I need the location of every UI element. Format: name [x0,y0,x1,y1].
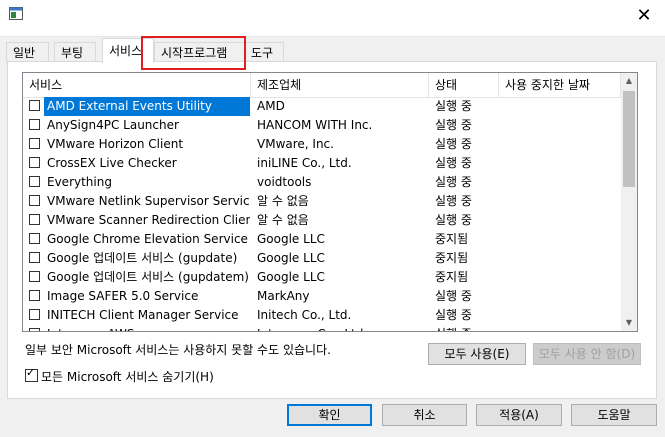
column-status[interactable]: 상태 [429,73,499,97]
msconfig-icon [9,7,23,20]
hide-ms-checkbox[interactable]: ✓ [25,366,38,382]
column-date-disabled[interactable]: 사용 중지한 날짜 [499,73,621,97]
service-name: VMware Scanner Redirection Client [47,213,250,227]
service-status: 실행 중 [435,99,472,113]
scroll-thumb[interactable] [623,91,635,187]
service-name: VMware Horizon Client [47,137,184,151]
scroll-up-icon[interactable]: ▲ [621,73,637,89]
service-status: 실행 중 [435,194,472,208]
service-checkbox[interactable] [29,195,40,206]
security-note: 일부 보안 Microsoft 서비스는 사용하지 못할 수도 있습니다. [25,343,331,357]
service-status: 중지됨 [435,251,469,265]
disable-all-button[interactable]: 모두 사용 안 함(D) [533,343,641,365]
service-status: 실행 중 [435,118,472,132]
enable-all-button[interactable]: 모두 사용(E) [428,343,526,365]
service-status: 실행 중 [435,156,472,170]
table-row[interactable]: AMD External Events Utility AMD 실행 중 [23,97,621,116]
service-status: 실행 중 [435,137,472,151]
service-name: VMware Netlink Supervisor Service [47,194,250,208]
hide-microsoft-services[interactable]: ✓ 모든 Microsoft 서비스 숨기기(H) [25,366,214,385]
service-manufacturer: voidtools [257,175,312,189]
service-checkbox[interactable] [29,138,40,149]
service-checkbox[interactable] [29,176,40,187]
service-checkbox[interactable] [29,328,40,331]
service-name: Interezen AWS [44,325,250,331]
service-status: 중지됨 [435,270,469,284]
service-name: AMD External Events Utility [44,97,250,116]
tab-general[interactable]: 일반 [6,42,49,62]
tab-tools[interactable]: 도구 [244,42,284,62]
table-row[interactable]: Image SAFER 5.0 Service MarkAny 실행 중 [23,287,621,306]
service-checkbox[interactable] [29,290,40,301]
help-button[interactable]: 도움말 [571,404,657,426]
service-manufacturer: Interezen Co., Ltd. [257,325,427,331]
service-checkbox[interactable] [29,119,40,130]
service-checkbox[interactable] [29,157,40,168]
service-manufacturer: MarkAny [257,289,310,303]
table-row[interactable]: Google 업데이트 서비스 (gupdatem) Google LLC 중지됨 [23,268,621,287]
hide-ms-label[interactable]: 모든 Microsoft 서비스 숨기기(H) [41,370,214,384]
service-manufacturer: 알 수 없음 [257,213,309,227]
service-status: 중지됨 [435,232,469,246]
table-row[interactable]: Google Chrome Elevation Service Google LL… [23,230,621,249]
service-status: 실행 중 [435,289,472,303]
table-row[interactable]: CrossEX Live Checker iniLINE Co., Ltd. 실행 … [23,154,621,173]
table-row[interactable]: AnySign4PC Launcher HANCOM WITH Inc. 실행 중 [23,116,621,135]
service-checkbox[interactable] [29,309,40,320]
service-name: Google Chrome Elevation Service [47,232,248,246]
service-name: CrossEX Live Checker [47,156,177,170]
table-row[interactable]: Interezen AWS Interezen Co., Ltd. 실행 중 [23,325,621,331]
table-row[interactable]: Everything voidtools 실행 중 [23,173,621,192]
column-service[interactable]: 서비스 [23,73,251,97]
service-name: Google 업데이트 서비스 (gupdatem) [47,270,249,284]
service-manufacturer: Google LLC [257,232,325,246]
service-name: Google 업데이트 서비스 (gupdate) [47,251,238,265]
close-button[interactable]: ✕ [630,4,658,28]
service-manufacturer: 알 수 없음 [257,194,309,208]
service-checkbox[interactable] [29,252,40,263]
ok-button[interactable]: 확인 [287,404,372,426]
service-status: 실행 중 [435,325,499,331]
service-checkbox[interactable] [29,214,40,225]
service-status: 실행 중 [435,308,472,322]
service-manufacturer: Google LLC [257,270,325,284]
service-manufacturer: iniLINE Co., Ltd. [257,156,352,170]
scroll-down-icon[interactable]: ▼ [621,315,637,331]
service-manufacturer: HANCOM WITH Inc. [257,118,373,132]
table-row[interactable]: VMware Horizon Client VMware, Inc. 실행 중 [23,135,621,154]
service-manufacturer: AMD [257,99,285,113]
vertical-scrollbar[interactable]: ▲ ▼ [621,73,637,331]
title-bar: ✕ [0,0,665,37]
service-status: 실행 중 [435,213,472,227]
service-name: INITECH Client Manager Service [47,308,239,322]
table-row[interactable]: INITECH Client Manager Service Initech Co… [23,306,621,325]
service-checkbox[interactable] [29,233,40,244]
startup-tab-highlight [141,36,246,70]
table-row[interactable]: Google 업데이트 서비스 (gupdate) Google LLC 중지됨 [23,249,621,268]
table-row[interactable]: VMware Netlink Supervisor Service 알 수 없음 실… [23,192,621,211]
cancel-button[interactable]: 취소 [382,404,467,426]
service-name: AnySign4PC Launcher [47,118,179,132]
apply-button[interactable]: 적용(A) [476,404,562,426]
tab-boot[interactable]: 부팅 [54,42,96,62]
service-manufacturer: Google LLC [257,251,325,265]
service-manufacturer: Initech Co., Ltd. [257,308,352,322]
service-checkbox[interactable] [29,271,40,282]
service-manufacturer: VMware, Inc. [257,137,334,151]
service-status: 실행 중 [435,175,472,189]
list-header: 서비스 제조업체 상태 사용 중지한 날짜 [23,73,621,98]
list-rows: AMD External Events Utility AMD 실행 중 AnySig… [23,97,621,331]
service-name: Everything [47,175,112,189]
column-manufacturer[interactable]: 제조업체 [251,73,429,97]
table-row[interactable]: VMware Scanner Redirection Client 알 수 없음 실… [23,211,621,230]
services-list[interactable]: 서비스 제조업체 상태 사용 중지한 날짜 AMD External Event… [22,72,638,332]
service-name: Image SAFER 5.0 Service [47,289,199,303]
service-checkbox[interactable] [29,100,40,111]
